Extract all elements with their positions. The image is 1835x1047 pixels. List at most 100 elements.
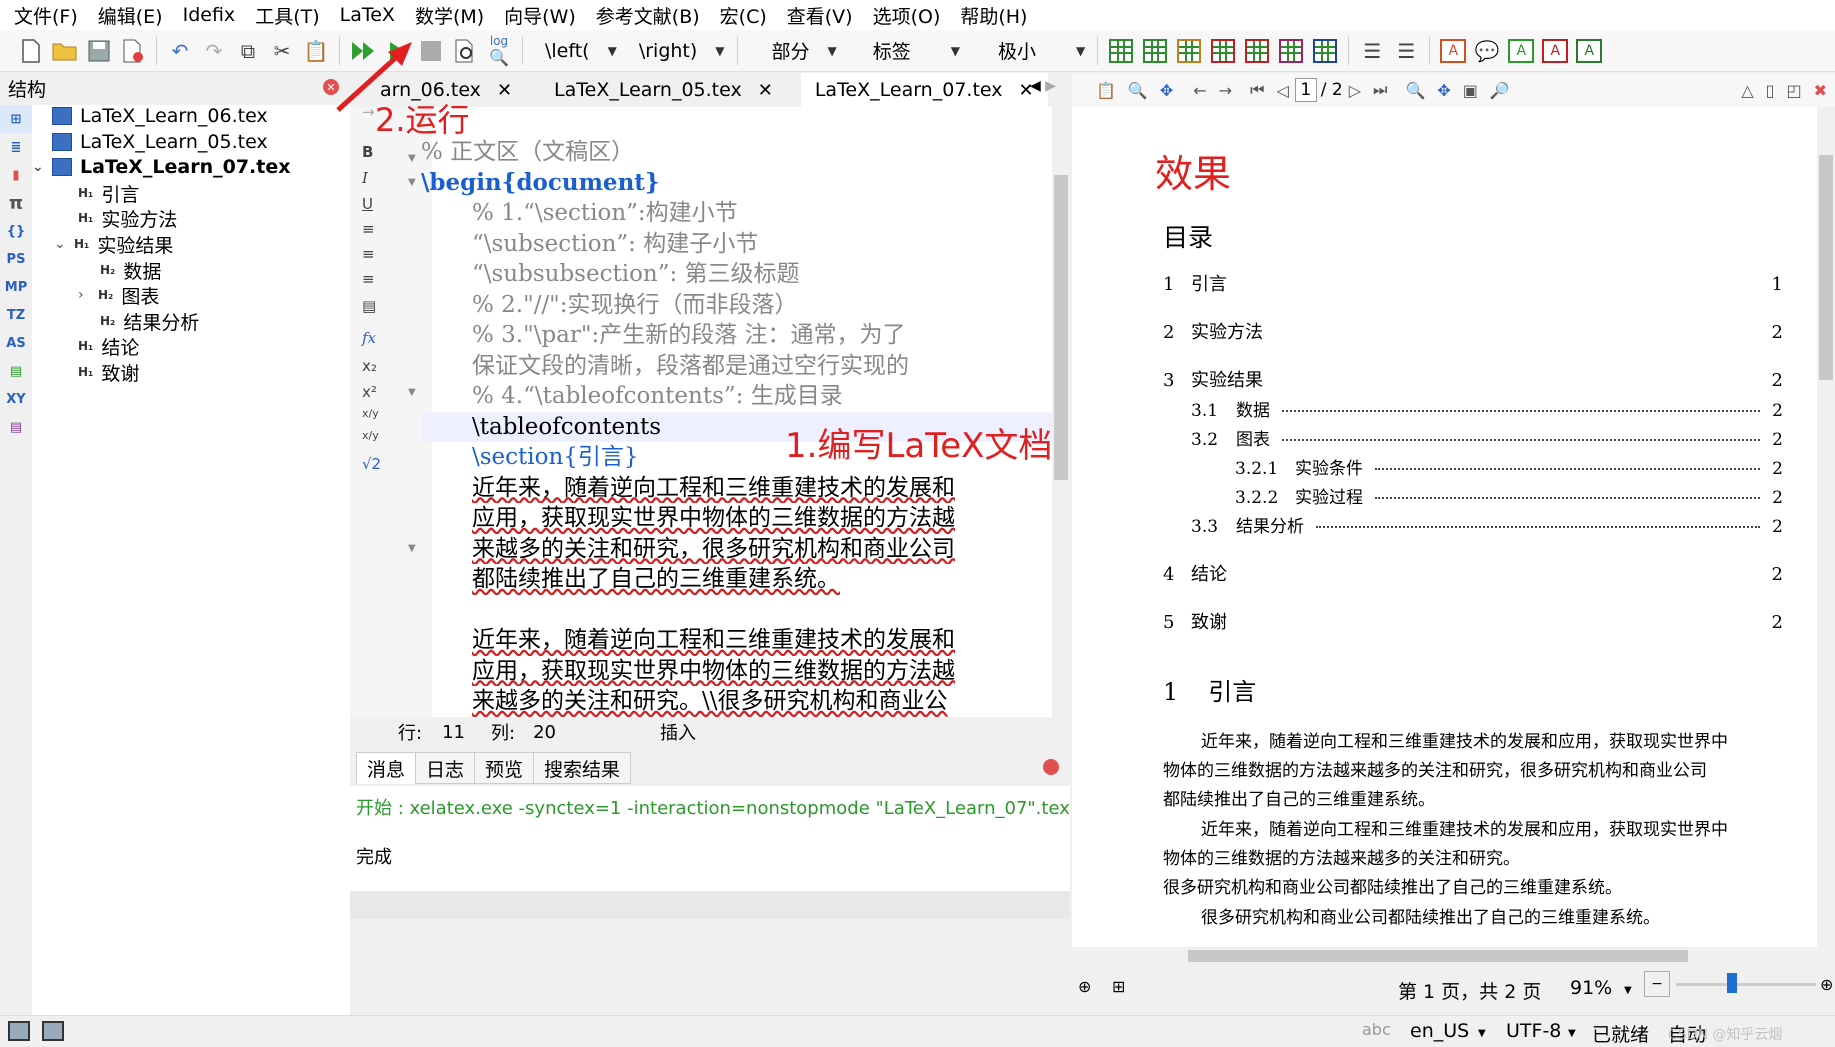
superscript-button[interactable]: x²	[362, 383, 377, 401]
chevron-down-icon[interactable]: ⌄	[54, 236, 68, 252]
chevron-down-icon[interactable]: ▼	[1568, 1028, 1576, 1039]
cut-icon[interactable]: ✂	[268, 37, 296, 65]
toc-entry[interactable]: 5 致谢 2	[1163, 608, 1783, 634]
tab-file-07[interactable]: LaTeX_Learn_07.tex ✕	[800, 73, 1048, 107]
font-size-combo[interactable]: 极小 ▼	[988, 36, 1085, 66]
fold-marker[interactable]: ▼	[408, 387, 416, 398]
panel-toggle-icon[interactable]	[8, 1021, 30, 1041]
green-doc-icon[interactable]: ▤	[0, 357, 32, 385]
menu-tools[interactable]: 工具(T)	[245, 2, 329, 29]
table-remove-column-icon[interactable]	[1243, 37, 1271, 65]
toc-entry[interactable]: 3.3 结果分析 2	[1163, 512, 1783, 537]
redo-icon[interactable]: ↷	[200, 37, 228, 65]
tree-subsection[interactable]: › H₂ 图表	[78, 281, 159, 309]
label-combo[interactable]: 标签 ▼	[863, 36, 960, 66]
close-icon[interactable]: ✕	[497, 80, 512, 101]
unindent-icon[interactable]: ☰	[1392, 37, 1420, 65]
menu-help[interactable]: 帮助(H)	[950, 2, 1037, 29]
subscript-button[interactable]: x₂	[362, 357, 377, 375]
toc-entry[interactable]: 4 结论 2	[1163, 560, 1783, 586]
stop-icon[interactable]	[417, 37, 445, 65]
close-icon[interactable]: ✖	[1814, 81, 1827, 100]
close-file-icon[interactable]	[119, 37, 147, 65]
toc-list-icon[interactable]: ≣	[0, 133, 32, 161]
structure-view-icon[interactable]: ⊞	[0, 105, 32, 133]
ps-icon[interactable]: PS	[0, 245, 32, 273]
fit-width-icon[interactable]: ▣	[1463, 81, 1478, 100]
magnifier-icon[interactable]: 🔎	[1490, 81, 1510, 100]
section-combo[interactable]: 部分 ▼	[762, 36, 837, 66]
zoom-icon[interactable]: 🔍	[1405, 81, 1425, 100]
bookmark-icon[interactable]: ▮	[0, 161, 32, 189]
newline-icon[interactable]: ▤	[362, 297, 376, 315]
undo-icon[interactable]: ↶	[166, 37, 194, 65]
menu-wizard[interactable]: 向导(W)	[494, 2, 586, 29]
tree-section[interactable]: H₁ 引言	[78, 179, 139, 207]
text-green-icon[interactable]: A	[1507, 37, 1535, 65]
back-icon[interactable]: ←	[1193, 81, 1206, 100]
function-button[interactable]: fx	[362, 329, 376, 347]
next-page-icon[interactable]: ▷	[1349, 81, 1361, 100]
last-page-icon[interactable]: ⏭	[1373, 80, 1387, 100]
menu-macros[interactable]: 宏(C)	[710, 2, 777, 29]
code-editor[interactable]: → B I U ≡ ≡ ≡ ▤ fx x₂ x² x/y x/y √2 ▼ ▼ …	[350, 103, 1070, 717]
align-right-icon[interactable]: ≡	[362, 270, 375, 288]
tab-next-icon[interactable]: ▶	[1045, 78, 1056, 94]
table-align-icon[interactable]	[1311, 37, 1339, 65]
prev-page-icon[interactable]: ◁	[1276, 81, 1288, 100]
tab-search-results[interactable]: 搜索结果	[533, 752, 632, 784]
tree-section[interactable]: H₁ 实验方法	[78, 204, 177, 232]
as-icon[interactable]: AS	[0, 329, 32, 357]
text-red-icon[interactable]: A	[1541, 37, 1569, 65]
paste-icon[interactable]: 📋	[302, 37, 330, 65]
menu-file[interactable]: 文件(F)	[4, 2, 88, 29]
toc-entry[interactable]: 2 实验方法 2	[1163, 318, 1783, 344]
fold-marker[interactable]: ▼	[408, 153, 416, 164]
sync-icon[interactable]: ⊕	[1078, 977, 1091, 996]
pi-symbol-icon[interactable]: π	[0, 189, 32, 217]
xy-icon[interactable]: XY	[0, 385, 32, 413]
panel-toggle-icon[interactable]	[42, 1021, 64, 1041]
sync-scroll-icon[interactable]: ⊞	[1112, 977, 1125, 996]
tree-file[interactable]: LaTeX_Learn_05.tex	[52, 128, 268, 156]
mp-icon[interactable]: MP	[0, 273, 32, 301]
view-log-icon[interactable]: log 🔍	[485, 34, 513, 67]
preview-hscrollbar-thumb[interactable]	[1188, 950, 1688, 962]
purple-doc-icon[interactable]: ▤	[0, 413, 32, 441]
menu-options[interactable]: 选项(O)	[863, 2, 951, 29]
close-icon[interactable]	[1043, 759, 1059, 775]
tab-preview[interactable]: 预览	[474, 752, 535, 784]
table-remove-row-icon[interactable]	[1209, 37, 1237, 65]
chevron-right-icon[interactable]: ›	[78, 287, 92, 303]
text-box-icon[interactable]: A	[1439, 37, 1467, 65]
zoom-in-icon[interactable]: ⊕	[1820, 975, 1833, 994]
menu-view[interactable]: 查看(V)	[777, 2, 863, 29]
menu-edit[interactable]: 编辑(E)	[88, 2, 173, 29]
open-folder-icon[interactable]	[51, 37, 79, 65]
tz-icon[interactable]: TZ	[0, 301, 32, 329]
close-icon[interactable]: ✕	[758, 80, 773, 101]
comment-icon[interactable]: 💬	[1473, 37, 1501, 65]
tree-file[interactable]: LaTeX_Learn_06.tex	[52, 102, 268, 130]
collapse-icon[interactable]: △	[1741, 81, 1753, 100]
preview-vscrollbar-thumb[interactable]	[1819, 155, 1833, 380]
text-gray-icon[interactable]: A	[1575, 37, 1603, 65]
fit-page-icon[interactable]: ✥	[1437, 81, 1450, 100]
toc-entry[interactable]: 1 引言 1	[1163, 270, 1783, 296]
table-icon[interactable]	[1107, 37, 1135, 65]
zoom-level[interactable]: 91%	[1570, 977, 1612, 999]
zoom-out-icon[interactable]: −	[1644, 971, 1670, 997]
zoom-slider[interactable]	[1676, 983, 1816, 986]
search-icon[interactable]: 🔍	[1128, 81, 1148, 100]
page-number-input[interactable]: 1	[1294, 78, 1317, 102]
fold-marker[interactable]: ▼	[408, 177, 416, 188]
toc-entry[interactable]: 3 实验结果 2	[1163, 366, 1783, 392]
italic-button[interactable]: I	[362, 169, 368, 187]
fraction-icon[interactable]: x/y	[362, 407, 379, 420]
bold-button[interactable]: B	[362, 143, 373, 161]
align-center-icon[interactable]: ≡	[362, 245, 375, 263]
chevron-down-icon[interactable]: ▼	[1624, 985, 1632, 996]
toc-entry[interactable]: 3.2 图表 2	[1163, 425, 1783, 450]
zoom-slider-handle[interactable]	[1727, 973, 1737, 993]
align-left-icon[interactable]: ≡	[362, 220, 375, 238]
